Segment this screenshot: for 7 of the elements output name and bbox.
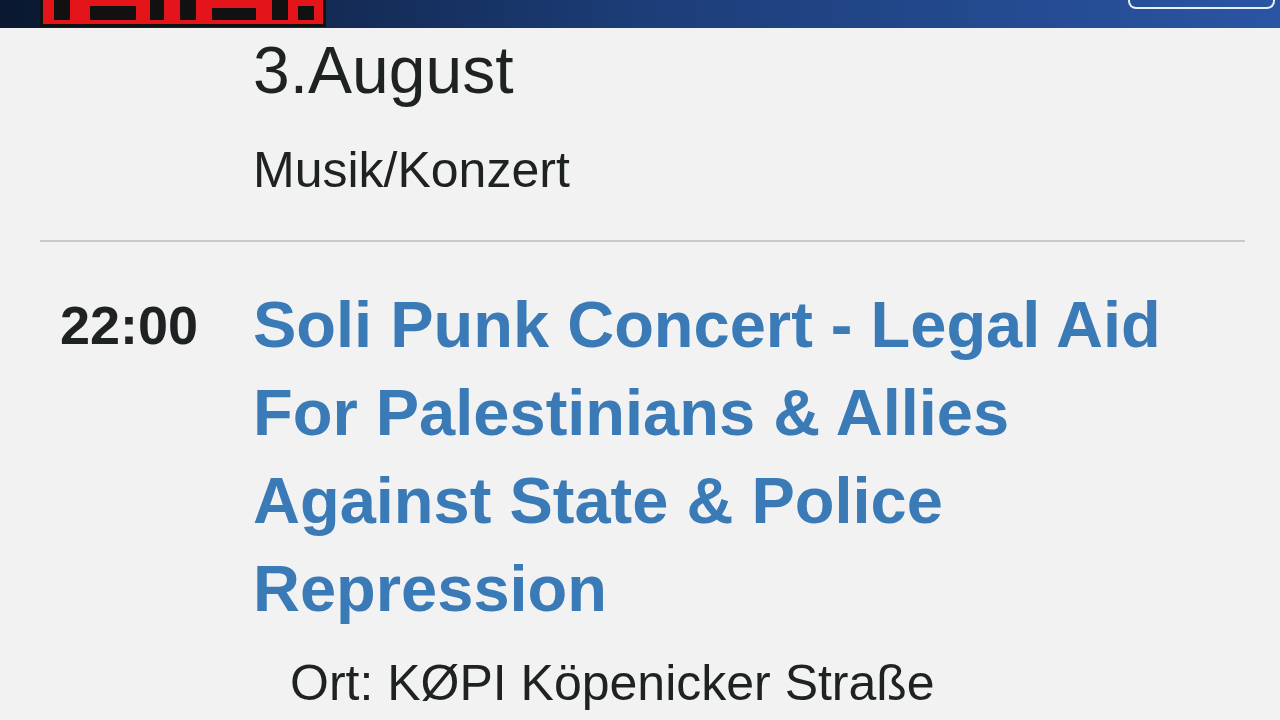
header-button[interactable] bbox=[1128, 0, 1275, 9]
category-label: Musik/Konzert bbox=[253, 141, 570, 200]
date-heading: 3.August bbox=[253, 32, 514, 109]
logo[interactable] bbox=[40, 0, 326, 27]
event-time: 22:00 bbox=[60, 294, 200, 357]
event-location: Ort: KØPI Köpenicker Straße bbox=[290, 655, 935, 711]
event-title-link[interactable]: Soli Punk Concert - Legal Aid For Palestinians & Allies Against State & Police Repression bbox=[253, 281, 1253, 633]
